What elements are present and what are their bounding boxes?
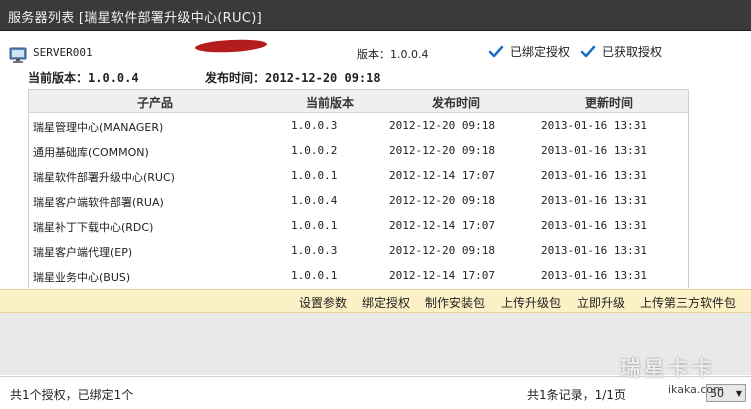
table-row[interactable]: 瑞星软件部署升级中心(RUC) 1.0.0.1 2012-12-14 17:07… bbox=[29, 163, 688, 188]
upgrade-now-link[interactable]: 立即升级 bbox=[577, 294, 625, 311]
column-header-updated[interactable]: 更新时间 bbox=[585, 94, 633, 111]
column-header-published[interactable]: 发布时间 bbox=[432, 94, 480, 111]
cell-product: 瑞星软件部署升级中心(RUC) bbox=[33, 171, 175, 184]
upload-upgrade-link[interactable]: 上传升级包 bbox=[501, 294, 561, 311]
cell-published: 2012-12-14 17:07 bbox=[389, 269, 495, 282]
make-installer-link[interactable]: 制作安装包 bbox=[425, 294, 485, 311]
publish-time: 发布时间：2012-12-20 09:18 bbox=[205, 69, 381, 86]
column-header-version[interactable]: 当前版本 bbox=[306, 94, 354, 111]
license-bound-badge: 已绑定授权 bbox=[488, 43, 570, 60]
cell-version: 1.0.0.3 bbox=[291, 119, 338, 132]
cell-product: 瑞星业务中心(BUS) bbox=[33, 271, 131, 284]
check-icon bbox=[580, 45, 596, 57]
cell-published: 2012-12-20 09:18 bbox=[389, 244, 495, 257]
server-name: SERVER001 bbox=[33, 46, 93, 59]
cell-version: 1.0.0.1 bbox=[291, 219, 338, 232]
cell-published: 2012-12-20 09:18 bbox=[389, 144, 495, 157]
cell-version: 1.0.0.4 bbox=[291, 194, 338, 207]
window-titlebar: 服务器列表 [瑞星软件部署升级中心(RUC)] bbox=[0, 0, 751, 31]
cell-product: 瑞星客户端代理(EP) bbox=[33, 246, 133, 259]
table-header: 子产品 当前版本 发布时间 更新时间 bbox=[29, 90, 688, 113]
table-row[interactable]: 瑞星客户端代理(EP) 1.0.0.3 2012-12-20 09:18 201… bbox=[29, 238, 688, 263]
cell-updated: 2013-01-16 13:31 bbox=[541, 269, 647, 282]
cell-version: 1.0.0.3 bbox=[291, 244, 338, 257]
settings-link[interactable]: 设置参数 bbox=[299, 294, 347, 311]
license-summary: 共1个授权，已绑定1个 bbox=[10, 388, 134, 402]
cell-updated: 2013-01-16 13:31 bbox=[541, 194, 647, 207]
action-bar: 设置参数 绑定授权 制作安装包 上传升级包 立即升级 上传第三方软件包 bbox=[0, 289, 751, 313]
server-card: SERVER001 版本：1.0.0.4 已绑定授权 已获取授权 当前版本：1.… bbox=[0, 31, 751, 291]
server-version: 版本：1.0.0.4 bbox=[357, 48, 429, 61]
table-row[interactable]: 瑞星客户端软件部署(RUA) 1.0.0.4 2012-12-20 09:18 … bbox=[29, 188, 688, 213]
cell-updated: 2013-01-16 13:31 bbox=[541, 244, 647, 257]
cell-version: 1.0.0.2 bbox=[291, 144, 338, 157]
record-summary: 共1条记录，1/1页 bbox=[527, 388, 626, 402]
window-title: 服务器列表 [瑞星软件部署升级中心(RUC)] bbox=[8, 11, 262, 26]
cell-version: 1.0.0.1 bbox=[291, 269, 338, 282]
subproduct-table: 子产品 当前版本 发布时间 更新时间 瑞星管理中心(MANAGER) 1.0.0… bbox=[28, 89, 689, 288]
check-icon bbox=[488, 45, 504, 57]
cell-published: 2012-12-20 09:18 bbox=[389, 194, 495, 207]
current-version: 当前版本：1.0.0.4 bbox=[28, 69, 139, 86]
table-row[interactable]: 瑞星补丁下载中心(RDC) 1.0.0.1 2012-12-14 17:07 2… bbox=[29, 213, 688, 238]
column-header-product[interactable]: 子产品 bbox=[137, 94, 173, 111]
cell-updated: 2013-01-16 13:31 bbox=[541, 144, 647, 157]
cell-product: 通用基础库(COMMON) bbox=[33, 146, 149, 159]
computer-icon bbox=[9, 47, 27, 63]
cell-published: 2012-12-14 17:07 bbox=[389, 219, 495, 232]
table-row[interactable]: 瑞星管理中心(MANAGER) 1.0.0.3 2012-12-20 09:18… bbox=[29, 113, 688, 138]
bind-license-link[interactable]: 绑定授权 bbox=[362, 294, 410, 311]
license-obtained-badge: 已获取授权 bbox=[580, 43, 662, 60]
publish-time-value: 2012-12-20 09:18 bbox=[265, 71, 381, 85]
upload-thirdparty-link[interactable]: 上传第三方软件包 bbox=[640, 294, 736, 311]
cell-updated: 2013-01-16 13:31 bbox=[541, 219, 647, 232]
cell-updated: 2013-01-16 13:31 bbox=[541, 119, 647, 132]
watermark-url: ikaka.com bbox=[668, 383, 724, 396]
cell-published: 2012-12-14 17:07 bbox=[389, 169, 495, 182]
redaction-mark bbox=[194, 38, 268, 54]
cell-product: 瑞星补丁下载中心(RDC) bbox=[33, 221, 154, 234]
chevron-down-icon: ▼ bbox=[735, 388, 742, 398]
watermark-logo: 瑞星卡卡 bbox=[620, 356, 716, 380]
badge-label: 已获取授权 bbox=[602, 45, 663, 59]
table-row[interactable]: 通用基础库(COMMON) 1.0.0.2 2012-12-20 09:18 2… bbox=[29, 138, 688, 163]
current-version-value: 1.0.0.4 bbox=[88, 71, 139, 85]
cell-product: 瑞星客户端软件部署(RUA) bbox=[33, 196, 164, 209]
cell-product: 瑞星管理中心(MANAGER) bbox=[33, 121, 164, 134]
cell-version: 1.0.0.1 bbox=[291, 169, 338, 182]
badge-label: 已绑定授权 bbox=[510, 45, 571, 59]
table-row[interactable]: 瑞星业务中心(BUS) 1.0.0.1 2012-12-14 17:07 201… bbox=[29, 263, 688, 288]
current-version-label: 当前版本： bbox=[28, 71, 89, 85]
cell-updated: 2013-01-16 13:31 bbox=[541, 169, 647, 182]
publish-time-label: 发布时间： bbox=[205, 71, 266, 85]
cell-published: 2012-12-20 09:18 bbox=[389, 119, 495, 132]
